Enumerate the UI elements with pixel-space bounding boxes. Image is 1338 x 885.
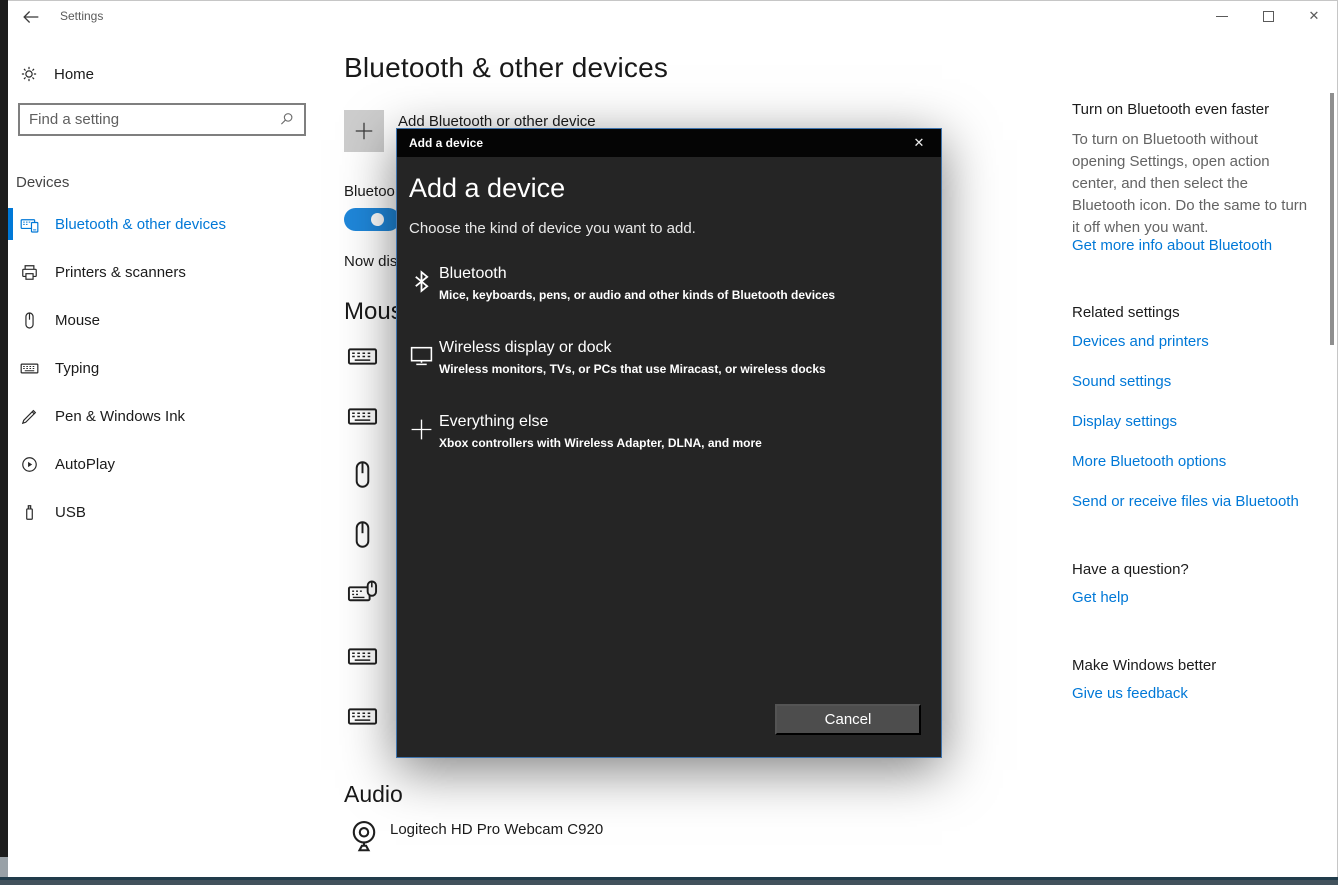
sidebar-item-label: USB (55, 504, 86, 521)
scrollbar[interactable] (1330, 93, 1334, 345)
related-settings-heading: Related settings (1072, 304, 1180, 321)
keyboard-icon (347, 641, 378, 672)
add-device-button[interactable] (344, 110, 384, 152)
tip-body: To turn on Bluetooth without opening Set… (1072, 129, 1314, 239)
mouse-keyboard-section-heading: Mous (344, 298, 403, 326)
usb-icon (20, 503, 39, 522)
audio-section-heading: Audio (344, 781, 403, 808)
keyboard-icon (20, 359, 39, 378)
search-icon[interactable] (278, 111, 296, 129)
sidebar-item-printers[interactable]: Printers & scanners (8, 248, 338, 296)
sidebar-item-home[interactable]: Home (8, 56, 338, 92)
sidebar-nav: Bluetooth & other devices Printers & sca… (8, 200, 338, 536)
maximize-button[interactable] (1245, 0, 1291, 32)
plus-icon (353, 120, 375, 142)
settings-window: Settings ✕ Home Devices (0, 0, 1338, 885)
sidebar-item-mouse[interactable]: Mouse (8, 296, 338, 344)
cancel-button[interactable]: Cancel (775, 704, 921, 735)
keyboard-icon (347, 401, 378, 432)
bluetooth-devices-icon (20, 215, 39, 234)
taskbar-edge (0, 877, 1338, 885)
search-input[interactable] (20, 111, 278, 128)
sidebar-item-label: Pen & Windows Ink (55, 408, 185, 425)
back-button[interactable] (20, 6, 44, 30)
window-close-button[interactable]: ✕ (1291, 0, 1337, 32)
autoplay-icon (20, 455, 39, 474)
sidebar-item-label: Printers & scanners (55, 264, 186, 281)
keyboard-icon (347, 341, 378, 372)
dialog-close-button[interactable]: ✕ (897, 129, 941, 157)
mouse-icon (347, 519, 378, 550)
gear-icon (20, 65, 38, 83)
bluetooth-toggle-label: Bluetoo (344, 183, 395, 200)
link-send-receive-files[interactable]: Send or receive files via Bluetooth (1072, 493, 1299, 510)
sidebar-item-label: Mouse (55, 312, 100, 329)
dialog-titlebar[interactable]: Add a device ✕ (397, 129, 941, 157)
minimize-button[interactable] (1199, 0, 1245, 32)
sidebar-item-bluetooth[interactable]: Bluetooth & other devices (8, 200, 338, 248)
sidebar-item-autoplay[interactable]: AutoPlay (8, 440, 338, 488)
selected-indicator (8, 208, 13, 240)
plus-icon (409, 417, 434, 442)
maximize-icon (1263, 11, 1274, 22)
sidebar-item-label: Bluetooth & other devices (55, 216, 226, 233)
mouse-icon (347, 459, 378, 490)
question-heading: Have a question? (1072, 561, 1189, 578)
option-everything-else[interactable]: Everything else Xbox controllers with Wi… (397, 413, 941, 475)
sidebar-section-devices: Devices (16, 174, 69, 191)
bluetooth-toggle[interactable] (344, 208, 400, 231)
sidebar-home-label: Home (54, 66, 94, 83)
option-title: Wireless display or dock (439, 339, 612, 357)
option-description: Xbox controllers with Wireless Adapter, … (439, 436, 762, 450)
page-title: Bluetooth & other devices (344, 52, 668, 84)
pen-icon (20, 407, 39, 426)
dialog-heading: Add a device (409, 173, 565, 204)
link-give-feedback[interactable]: Give us feedback (1072, 685, 1188, 702)
option-title: Everything else (439, 413, 548, 431)
link-display-settings[interactable]: Display settings (1072, 413, 1177, 430)
bluetooth-icon (409, 269, 434, 294)
monitor-icon (409, 343, 434, 368)
feedback-heading: Make Windows better (1072, 657, 1216, 674)
sidebar-item-usb[interactable]: USB (8, 488, 338, 536)
option-description: Mice, keyboards, pens, or audio and othe… (439, 288, 835, 302)
minimize-icon (1216, 16, 1228, 17)
keyboard-mouse-icon (347, 577, 378, 608)
dialog-title: Add a device (409, 136, 483, 150)
link-get-more-info[interactable]: Get more info about Bluetooth (1072, 237, 1272, 254)
option-title: Bluetooth (439, 265, 507, 283)
search-box[interactable] (18, 103, 306, 136)
option-description: Wireless monitors, TVs, or PCs that use … (439, 362, 826, 376)
option-wireless-display[interactable]: Wireless display or dock Wireless monito… (397, 339, 941, 401)
sidebar-item-label: AutoPlay (55, 456, 115, 473)
background-window-edge (0, 0, 8, 885)
add-device-dialog: Add a device ✕ Add a device Choose the k… (396, 128, 942, 758)
dialog-subtitle: Choose the kind of device you want to ad… (409, 220, 696, 237)
sidebar-item-pen[interactable]: Pen & Windows Ink (8, 392, 338, 440)
link-more-bluetooth-options[interactable]: More Bluetooth options (1072, 453, 1226, 470)
tip-heading: Turn on Bluetooth even faster (1072, 101, 1269, 118)
sidebar-item-typing[interactable]: Typing (8, 344, 338, 392)
printer-icon (20, 263, 39, 282)
discoverable-status: Now dis (344, 253, 397, 270)
app-title: Settings (60, 9, 103, 23)
sidebar-item-label: Typing (55, 360, 99, 377)
audio-device-name[interactable]: Logitech HD Pro Webcam C920 (390, 821, 603, 838)
link-devices-and-printers[interactable]: Devices and printers (1072, 333, 1209, 350)
link-get-help[interactable]: Get help (1072, 589, 1129, 606)
background-window-edge-light (0, 857, 8, 878)
toggle-knob (371, 213, 384, 226)
link-sound-settings[interactable]: Sound settings (1072, 373, 1171, 390)
webcam-icon (346, 816, 382, 856)
option-bluetooth[interactable]: Bluetooth Mice, keyboards, pens, or audi… (397, 265, 941, 327)
mouse-icon (20, 311, 39, 330)
keyboard-icon (347, 701, 378, 732)
